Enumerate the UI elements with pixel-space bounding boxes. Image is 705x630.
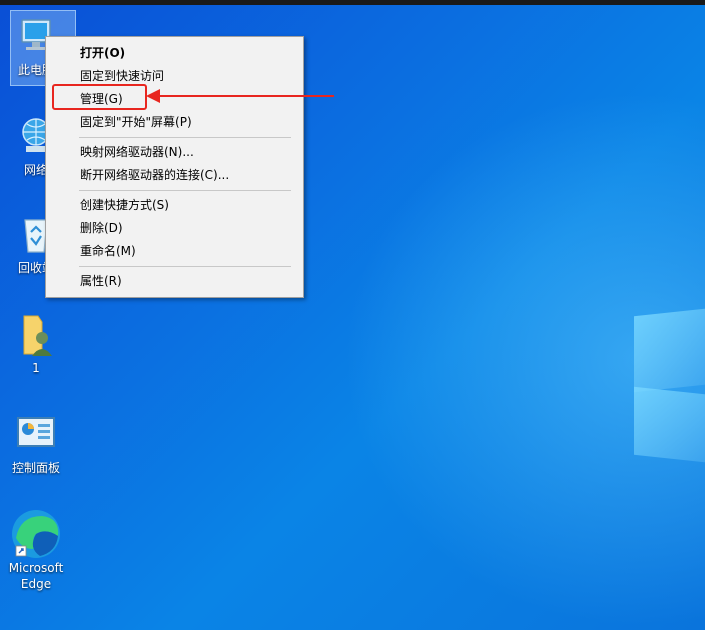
menu-item-create-shortcut[interactable]: 创建快捷方式(S) — [80, 197, 169, 213]
context-menu: 打开(O) 固定到快速访问 管理(G) 固定到"开始"屏幕(P) 映射网络驱动器… — [45, 36, 304, 298]
menu-separator — [79, 137, 291, 138]
desktop-icon-label: Microsoft Edge — [8, 561, 64, 591]
edge-icon — [10, 508, 62, 560]
top-bar — [0, 0, 705, 5]
menu-item-delete[interactable]: 删除(D) — [80, 220, 123, 236]
desktop-icon-user-folder[interactable]: 1 — [0, 312, 72, 376]
windows-logo-pane — [634, 386, 705, 464]
desktop-icon-label: 控制面板 — [11, 461, 60, 475]
user-folder-icon — [14, 312, 58, 356]
menu-item-map-network-drive[interactable]: 映射网络驱动器(N)... — [80, 144, 194, 160]
menu-item-open[interactable]: 打开(O) — [80, 45, 125, 61]
menu-separator — [79, 266, 291, 267]
desktop-icon-edge[interactable]: Microsoft Edge — [0, 508, 72, 592]
annotation-highlight-box — [52, 84, 147, 110]
desktop-icon-label: 1 — [32, 361, 40, 375]
desktop-icon-control-panel[interactable]: 控制面板 — [0, 412, 72, 476]
annotation-arrow-shaft — [158, 95, 334, 97]
menu-separator — [79, 190, 291, 191]
menu-item-rename[interactable]: 重命名(M) — [80, 243, 136, 259]
annotation-arrow-head — [146, 89, 160, 103]
menu-item-properties[interactable]: 属性(R) — [80, 273, 122, 289]
windows-logo-pane — [634, 307, 705, 393]
control-panel-icon — [14, 412, 58, 456]
menu-item-pin-quick-access[interactable]: 固定到快速访问 — [80, 68, 164, 84]
desktop-background: 此电脑 网络 回收站 1 控制面板 Microsoft Edge 打开(O) 固… — [0, 0, 705, 630]
menu-item-pin-start[interactable]: 固定到"开始"屏幕(P) — [80, 114, 192, 130]
menu-item-disconnect-network-drive[interactable]: 断开网络驱动器的连接(C)... — [80, 167, 229, 183]
